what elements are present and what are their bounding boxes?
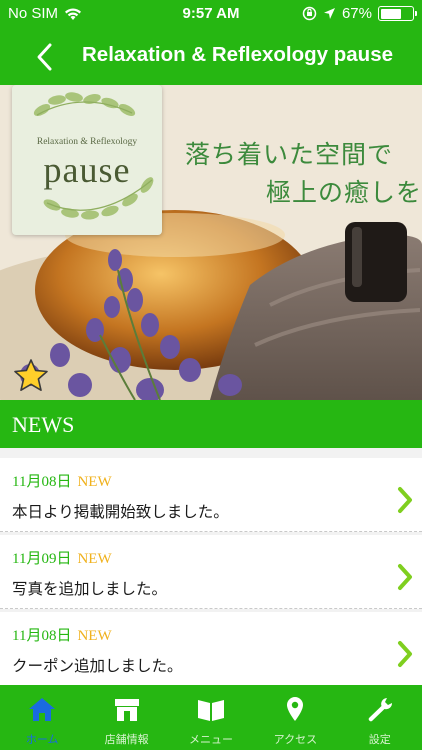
status-right: 67% [302, 5, 417, 22]
page-title: Relaxation & Reflexology pause [82, 43, 394, 66]
news-item[interactable]: 11月08日 NEW 本日より掲載開始致しました。 [0, 458, 422, 532]
tab-bar: ホーム 店舗情報 メニュー アクセス 設定 [0, 685, 422, 750]
news-date-row: 11月09日 NEW [12, 547, 112, 568]
news-date: 11月09日 [12, 551, 72, 567]
map-pin-icon [287, 697, 304, 721]
news-date-row: 11月08日 NEW [12, 470, 112, 491]
tab-menu[interactable]: メニュー [169, 685, 253, 750]
news-text: 写真を追加しました。 [12, 580, 168, 598]
chevron-left-icon[interactable] [30, 40, 60, 74]
book-icon [197, 700, 224, 721]
brand-logo: Relaxation & Reflexology pause [12, 85, 162, 235]
news-text: 本日より掲載開始致しました。 [12, 503, 229, 521]
tab-label: メニュー [188, 733, 233, 746]
news-text: クーポン追加しました。 [12, 657, 183, 675]
news-list: 11月08日 NEW 本日より掲載開始致しました。 11月09日 NEW 写真を追加… [0, 448, 422, 686]
star-icon[interactable] [12, 357, 50, 395]
tab-shop-info[interactable]: 店舗情報 [84, 685, 168, 750]
new-badge: NEW [77, 551, 112, 567]
news-item[interactable]: 11月08日 NEW クーポン追加しました。 [0, 612, 422, 686]
news-date: 11月08日 [12, 628, 72, 644]
battery-percent: 67% [341, 5, 372, 22]
battery-icon [378, 6, 417, 21]
location-arrow-icon [323, 8, 335, 19]
news-item[interactable]: 11月09日 NEW 写真を追加しました。 [0, 535, 422, 609]
news-date: 11月08日 [12, 474, 72, 490]
chevron-right-icon [398, 487, 412, 513]
tab-access[interactable]: アクセス [253, 685, 337, 750]
news-date-row: 11月08日 NEW [12, 624, 112, 645]
chevron-right-icon [398, 641, 412, 667]
wrench-icon [368, 698, 392, 722]
tagline-line-1: 落ち着いた空間で [185, 140, 394, 169]
logo-subtitle: Relaxation & Reflexology [36, 137, 138, 147]
hero-banner: Relaxation & Reflexology pause 落ち着いた空間で … [0, 85, 422, 400]
logo-wordmark: pause [43, 150, 131, 190]
tab-label: アクセス [273, 733, 318, 746]
orientation-lock-icon [302, 6, 317, 21]
tab-settings[interactable]: 設定 [338, 685, 422, 750]
tab-home[interactable]: ホーム [0, 685, 84, 750]
shop-icon [114, 699, 139, 721]
news-section-header: NEWS [0, 400, 422, 448]
nav-bar: Relaxation & Reflexology pause [0, 28, 422, 85]
battery-fill [380, 8, 402, 19]
tagline-line-2: 極上の癒しを [266, 178, 422, 207]
status-bar: No SIM 9:57 AM 67% [0, 0, 422, 28]
chevron-right-icon [398, 564, 412, 590]
tab-label: 設定 [368, 733, 391, 746]
tab-label: 店舗情報 [104, 733, 149, 746]
home-icon [29, 698, 56, 721]
tab-label: ホーム [25, 733, 59, 746]
new-badge: NEW [77, 628, 112, 644]
new-badge: NEW [77, 474, 112, 490]
